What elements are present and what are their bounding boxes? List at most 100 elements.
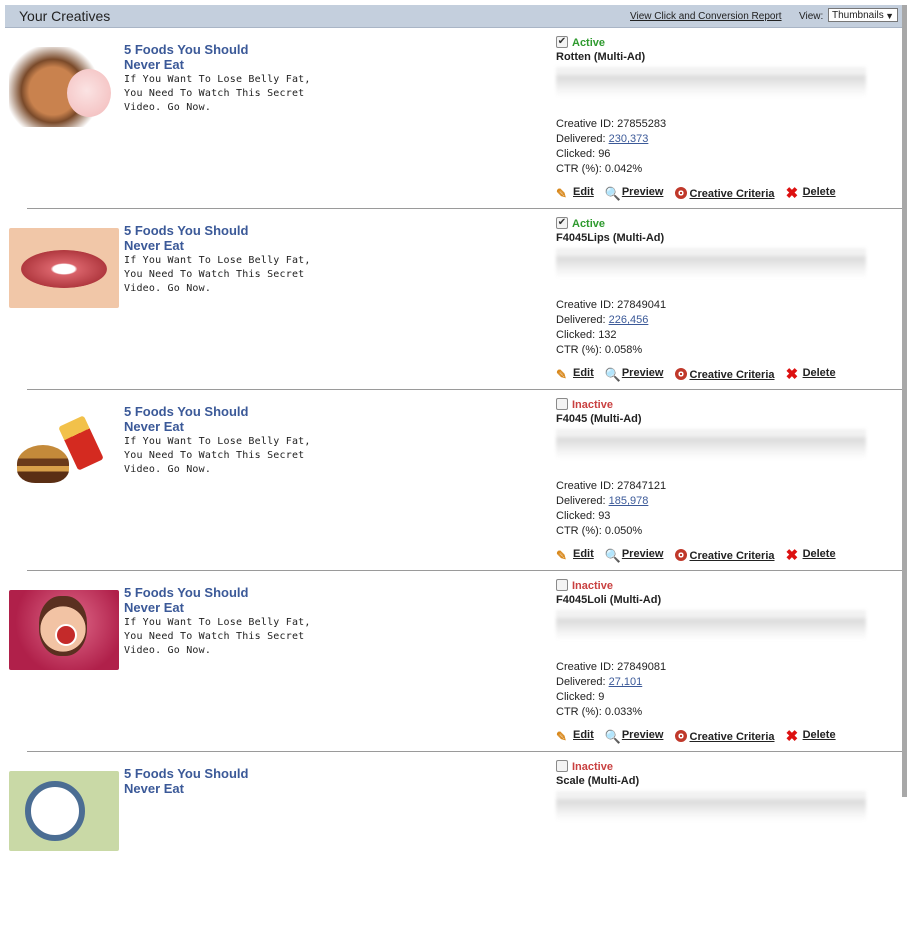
creative-criteria-button[interactable]: Creative Criteria: [674, 368, 775, 381]
view-label: View:: [799, 11, 824, 22]
clicked-value: 132: [598, 329, 617, 341]
delivered-link[interactable]: 230,373: [609, 133, 649, 145]
edit-button[interactable]: ✎ Edit: [556, 186, 594, 201]
preview-label: Preview: [621, 186, 664, 198]
delete-button[interactable]: ✖ Delete: [786, 548, 836, 563]
click-conversion-report-link[interactable]: View Click and Conversion Report: [630, 11, 782, 22]
delivered-row: Delivered: 226,456: [556, 313, 886, 328]
ad-title[interactable]: 5 Foods You Should Never Eat: [124, 766, 284, 796]
delete-label: Delete: [802, 729, 836, 741]
view-mode-select[interactable]: Thumbnails ▼: [828, 8, 898, 22]
scrollbar[interactable]: [902, 5, 907, 797]
preview-button[interactable]: 🔍Preview: [605, 729, 664, 744]
ad-title[interactable]: 5 Foods You Should Never Eat: [124, 223, 284, 253]
clicked-value: 93: [598, 510, 611, 522]
delivered-label: Delivered:: [556, 676, 606, 688]
creative-name: Rotten (Multi-Ad): [556, 51, 646, 63]
ctr-value: 0.058%: [604, 344, 643, 356]
active-checkbox[interactable]: ✔: [556, 36, 568, 48]
active-checkbox[interactable]: [556, 579, 568, 591]
creative-criteria-button[interactable]: Creative Criteria: [674, 549, 775, 562]
magnifier-icon: 🔍: [604, 367, 622, 382]
ad-body: If You Want To Lose Belly Fat, You Need …: [124, 617, 311, 656]
delivered-link[interactable]: 226,456: [609, 314, 649, 326]
status-label: Inactive: [572, 399, 613, 411]
clicked-label: Clicked:: [556, 691, 596, 703]
active-checkbox[interactable]: [556, 760, 568, 772]
delivered-link[interactable]: 27,101: [609, 676, 643, 688]
pencil-icon: ✎: [556, 548, 567, 563]
delivered-link[interactable]: 185,978: [609, 495, 649, 507]
creative-id-value: 27847121: [617, 480, 667, 492]
ctr-value: 0.033%: [604, 706, 643, 718]
creative-thumbnail[interactable]: [9, 771, 119, 851]
creative-thumbnail[interactable]: [9, 47, 119, 127]
creative-thumbnail[interactable]: [9, 228, 119, 308]
preview-label: Preview: [621, 367, 664, 379]
delete-x-icon: ✖: [785, 547, 799, 564]
clicked-label: Clicked:: [556, 329, 596, 341]
ctr-value: 0.042%: [604, 163, 643, 175]
status-row: ✔ Active: [556, 217, 886, 231]
active-checkbox[interactable]: ✔: [556, 217, 568, 229]
creative-id-row: Creative ID: 27849041: [556, 298, 886, 313]
creative-id-value: 27849041: [617, 299, 667, 311]
creative-info: Inactive F4045Loli (Multi-Ad) Creative I…: [556, 579, 886, 720]
creative-thumbnail[interactable]: [9, 590, 119, 670]
delete-button[interactable]: ✖ Delete: [786, 729, 836, 744]
redacted-url: [556, 248, 866, 278]
ctr-label: CTR (%):: [556, 706, 602, 718]
creative-id-row: Creative ID: 27849081: [556, 660, 886, 675]
redacted-url: [556, 67, 866, 97]
creative-actions: ✎ Edit 🔍Preview Creative Criteria ✖ Delete: [556, 367, 844, 383]
edit-button[interactable]: ✎ Edit: [556, 548, 594, 563]
creative-criteria-button[interactable]: Creative Criteria: [674, 187, 775, 200]
creative-id-row: Creative ID: 27855283: [556, 117, 886, 132]
clicked-row: Clicked: 132: [556, 328, 886, 343]
chevron-down-icon: ▼: [885, 11, 894, 21]
delete-button[interactable]: ✖ Delete: [786, 367, 836, 382]
creative-id-label: Creative ID:: [556, 118, 615, 130]
delete-x-icon: ✖: [785, 366, 799, 383]
creative-list: 5 Foods You Should Never Eat If You Want…: [0, 28, 902, 933]
clicked-row: Clicked: 96: [556, 147, 886, 162]
status-row: Inactive: [556, 760, 886, 774]
preview-button[interactable]: 🔍Preview: [605, 548, 664, 563]
view-selected-value: Thumbnails: [832, 10, 884, 21]
edit-label: Edit: [573, 186, 594, 198]
preview-button[interactable]: 🔍Preview: [605, 186, 664, 201]
creative-actions: ✎ Edit 🔍Preview Creative Criteria ✖ Delete: [556, 548, 844, 564]
clicked-row: Clicked: 93: [556, 509, 886, 524]
creative-info: ✔ Active F4045Lips (Multi-Ad) Creative I…: [556, 217, 886, 358]
status-row: Inactive: [556, 398, 886, 412]
check-icon: ✔: [557, 217, 567, 228]
criteria-label: Creative Criteria: [689, 188, 775, 200]
edit-button[interactable]: ✎ Edit: [556, 729, 594, 744]
pencil-icon: ✎: [556, 367, 567, 382]
preview-label: Preview: [621, 729, 664, 741]
creative-actions: ✎ Edit 🔍Preview Creative Criteria ✖ Delete: [556, 186, 844, 202]
creative-stats: Creative ID: 27849041 Delivered: 226,456…: [556, 298, 886, 358]
delivered-label: Delivered:: [556, 495, 606, 507]
creative-thumbnail[interactable]: [9, 409, 119, 489]
status-label: Active: [572, 37, 606, 49]
clicked-value: 9: [598, 691, 605, 703]
ad-title[interactable]: 5 Foods You Should Never Eat: [124, 404, 284, 434]
delivered-row: Delivered: 185,978: [556, 494, 886, 509]
creative-info: Inactive Scale (Multi-Ad): [556, 760, 886, 821]
active-checkbox[interactable]: [556, 398, 568, 410]
ad-title[interactable]: 5 Foods You Should Never Eat: [124, 585, 284, 615]
delivered-label: Delivered:: [556, 314, 606, 326]
ad-body: If You Want To Lose Belly Fat, You Need …: [124, 74, 311, 113]
creative-stats: Creative ID: 27849081 Delivered: 27,101 …: [556, 660, 886, 720]
ad-body: If You Want To Lose Belly Fat, You Need …: [124, 436, 311, 475]
edit-button[interactable]: ✎ Edit: [556, 367, 594, 382]
creative-id-value: 27849081: [617, 661, 667, 673]
criteria-label: Creative Criteria: [689, 550, 775, 562]
preview-button[interactable]: 🔍Preview: [605, 367, 664, 382]
creative-criteria-button[interactable]: Creative Criteria: [674, 730, 775, 743]
target-icon: [674, 187, 687, 199]
ad-title[interactable]: 5 Foods You Should Never Eat: [124, 42, 284, 72]
ctr-row: CTR (%): 0.042%: [556, 162, 886, 177]
delete-button[interactable]: ✖ Delete: [786, 186, 836, 201]
